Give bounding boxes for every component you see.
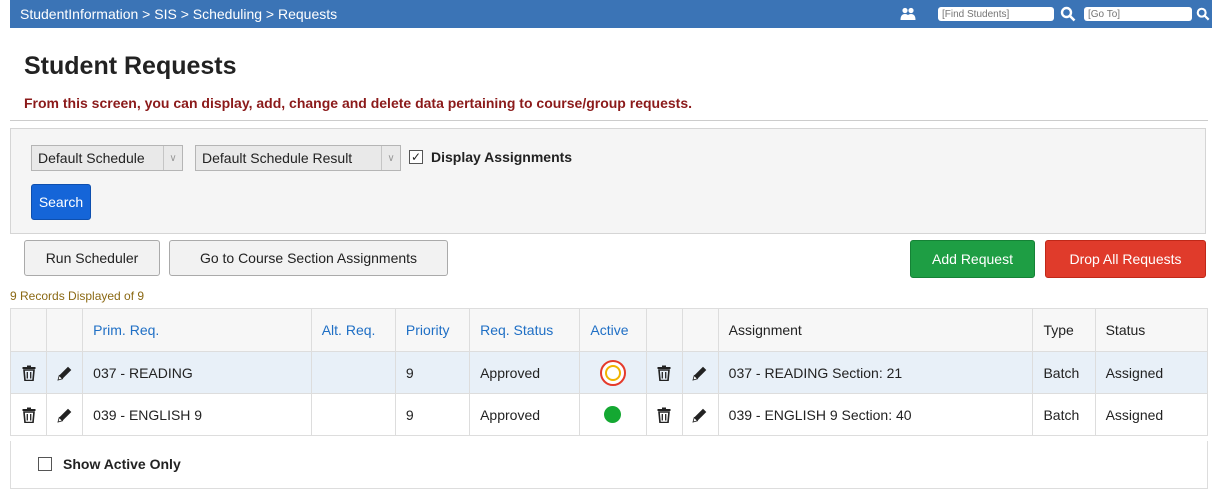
- chevron-down-icon: ∨: [381, 146, 400, 170]
- display-assignments-checkbox[interactable]: ✓: [409, 150, 423, 164]
- breadcrumb[interactable]: StudentInformation > SIS > Scheduling > …: [20, 6, 337, 22]
- go-to-search-icon[interactable]: [1196, 6, 1212, 22]
- trash-icon[interactable]: [11, 407, 46, 423]
- active-status-icon: [604, 406, 622, 423]
- table-row[interactable]: 037 - READING 9 Approved 037 - READING S…: [9, 351, 1209, 394]
- filter-panel: Default Schedule ∨ Default Schedule Resu…: [10, 128, 1206, 234]
- find-students-input[interactable]: [938, 7, 1054, 21]
- active-cell: [579, 351, 647, 394]
- divider: [10, 120, 1208, 121]
- search-button[interactable]: Search: [31, 184, 91, 220]
- req-status-cell: Approved: [469, 393, 581, 436]
- trash-icon[interactable]: [647, 407, 682, 423]
- column-header-priority[interactable]: Priority: [394, 308, 471, 352]
- show-active-only-label: Show Active Only: [63, 456, 181, 472]
- schedule-select-value: Default Schedule: [38, 150, 145, 166]
- delete-column-header: [9, 308, 48, 352]
- column-header-status: Status: [1094, 308, 1209, 352]
- search-icon[interactable]: [1060, 6, 1076, 22]
- priority-cell: 9: [394, 393, 471, 436]
- pencil-icon[interactable]: [47, 407, 82, 423]
- req-status-cell: Approved: [469, 351, 581, 394]
- go-to-course-section-assignments-button[interactable]: Go to Course Section Assignments: [169, 240, 448, 276]
- edit-request-cell[interactable]: [46, 393, 84, 436]
- table-header-row: Prim. Req. Alt. Req. Priority Req. Statu…: [9, 308, 1209, 352]
- schedule-result-select[interactable]: Default Schedule Result ∨: [195, 145, 401, 171]
- assignment-delete-column-header: [645, 308, 683, 352]
- trash-icon[interactable]: [647, 365, 682, 381]
- priority-cell: 9: [394, 351, 471, 394]
- prim-req-cell: 037 - READING: [82, 351, 312, 394]
- delete-request-cell[interactable]: [9, 351, 48, 394]
- assignment-edit-column-header: [681, 308, 719, 352]
- top-search-area: [900, 0, 1212, 28]
- add-request-button[interactable]: Add Request: [910, 240, 1035, 278]
- display-assignments-label: Display Assignments: [431, 149, 573, 165]
- inactive-status-icon: [599, 359, 626, 386]
- alt-req-cell: [310, 393, 396, 436]
- delete-assignment-cell[interactable]: [645, 351, 683, 394]
- column-header-prim-req[interactable]: Prim. Req.: [82, 308, 312, 352]
- assignment-cell: 039 - ENGLISH 9 Section: 40: [717, 393, 1034, 436]
- edit-assignment-cell[interactable]: [681, 393, 719, 436]
- delete-request-cell[interactable]: [9, 393, 48, 436]
- schedule-result-select-value: Default Schedule Result: [202, 150, 353, 166]
- status-cell: Assigned: [1094, 351, 1209, 394]
- alt-req-cell: [310, 351, 396, 394]
- column-header-alt-req[interactable]: Alt. Req.: [310, 308, 396, 352]
- run-scheduler-button[interactable]: Run Scheduler: [24, 240, 160, 276]
- page-title: Student Requests: [24, 52, 237, 80]
- delete-assignment-cell[interactable]: [645, 393, 683, 436]
- people-icon[interactable]: [900, 7, 916, 21]
- chevron-down-icon: ∨: [163, 146, 182, 170]
- edit-assignment-cell[interactable]: [681, 351, 719, 394]
- edit-request-cell[interactable]: [46, 351, 84, 394]
- go-to-input[interactable]: [1084, 7, 1192, 21]
- table-row[interactable]: 039 - ENGLISH 9 9 Approved 039 - ENGLISH…: [9, 393, 1209, 436]
- pencil-icon[interactable]: [683, 407, 718, 423]
- records-count: 9 Records Displayed of 9: [10, 289, 145, 303]
- trash-icon[interactable]: [11, 365, 46, 381]
- type-cell: Batch: [1032, 351, 1096, 394]
- active-cell: [579, 393, 647, 436]
- edit-column-header: [46, 308, 84, 352]
- column-header-assignment: Assignment: [717, 308, 1034, 352]
- requests-table: Prim. Req. Alt. Req. Priority Req. Statu…: [9, 308, 1209, 436]
- show-active-only-checkbox[interactable]: [38, 457, 52, 471]
- column-header-req-status[interactable]: Req. Status: [469, 308, 581, 352]
- prim-req-cell: 039 - ENGLISH 9: [82, 393, 312, 436]
- pencil-icon[interactable]: [47, 365, 82, 381]
- column-header-type: Type: [1032, 308, 1096, 352]
- table-footer: Show Active Only: [10, 441, 1208, 489]
- type-cell: Batch: [1032, 393, 1096, 436]
- page-description: From this screen, you can display, add, …: [24, 95, 693, 111]
- schedule-select[interactable]: Default Schedule ∨: [31, 145, 183, 171]
- assignment-cell: 037 - READING Section: 21: [717, 351, 1034, 394]
- column-header-active[interactable]: Active: [579, 308, 647, 352]
- pencil-icon[interactable]: [683, 365, 718, 381]
- status-cell: Assigned: [1094, 393, 1209, 436]
- drop-all-requests-button[interactable]: Drop All Requests: [1045, 240, 1206, 278]
